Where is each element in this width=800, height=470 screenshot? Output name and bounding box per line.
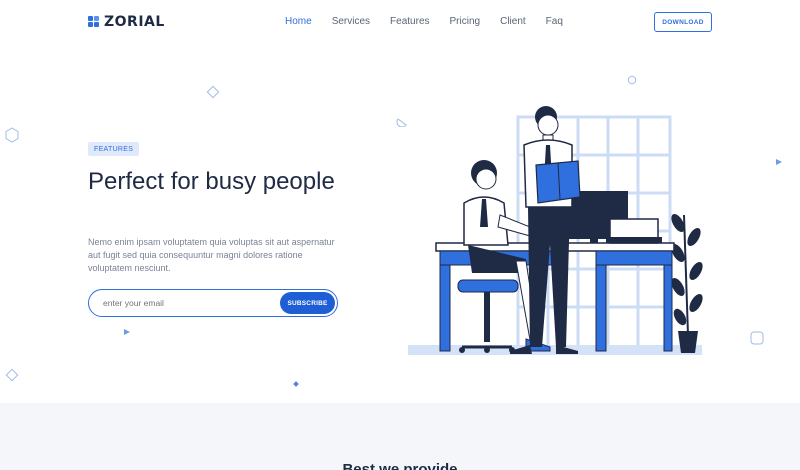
floor <box>408 345 702 355</box>
chair <box>457 279 519 353</box>
diamond-outline-icon <box>5 368 19 382</box>
nav-services[interactable]: Services <box>332 16 370 27</box>
circle-outline-icon <box>627 75 637 85</box>
hexagon-outline-icon <box>5 127 19 143</box>
triangle-icon <box>124 329 130 335</box>
nav-pricing[interactable]: Pricing <box>450 16 481 27</box>
brand-logo[interactable]: ZORIAL <box>88 14 165 30</box>
nav-client[interactable]: Client <box>500 16 526 27</box>
subscribe-form: SUBSCRIBE <box>88 289 338 317</box>
monitor <box>560 191 662 244</box>
email-input[interactable] <box>103 298 273 308</box>
main-nav: Home Services Features Pricing Client Fa… <box>285 16 583 27</box>
site-header: ZORIAL Home Services Features Pricing Cl… <box>0 0 800 44</box>
rounded-square-outline-icon <box>750 331 764 345</box>
services-section: Best we provide <box>0 403 800 470</box>
office-illustration <box>408 106 703 355</box>
triangle-icon <box>776 159 782 165</box>
plant <box>671 213 703 353</box>
section-title: Best we provide <box>342 461 458 470</box>
hero-title: Perfect for busy people <box>88 168 335 195</box>
nav-features[interactable]: Features <box>390 16 429 27</box>
diamond-filled-icon <box>293 381 299 387</box>
hero-description: Nemo enim ipsam voluptatem quia voluptas… <box>88 237 335 273</box>
nav-faq[interactable]: Faq <box>546 16 563 27</box>
logo-icon <box>88 16 100 28</box>
diamond-outline-icon <box>206 85 220 99</box>
brand-name: ZORIAL <box>104 14 165 30</box>
nav-home[interactable]: Home <box>285 16 312 27</box>
subscribe-button[interactable]: SUBSCRIBE <box>280 292 335 314</box>
download-button[interactable]: DOWNLOAD <box>654 12 712 32</box>
features-badge: FEATURES <box>88 142 140 156</box>
